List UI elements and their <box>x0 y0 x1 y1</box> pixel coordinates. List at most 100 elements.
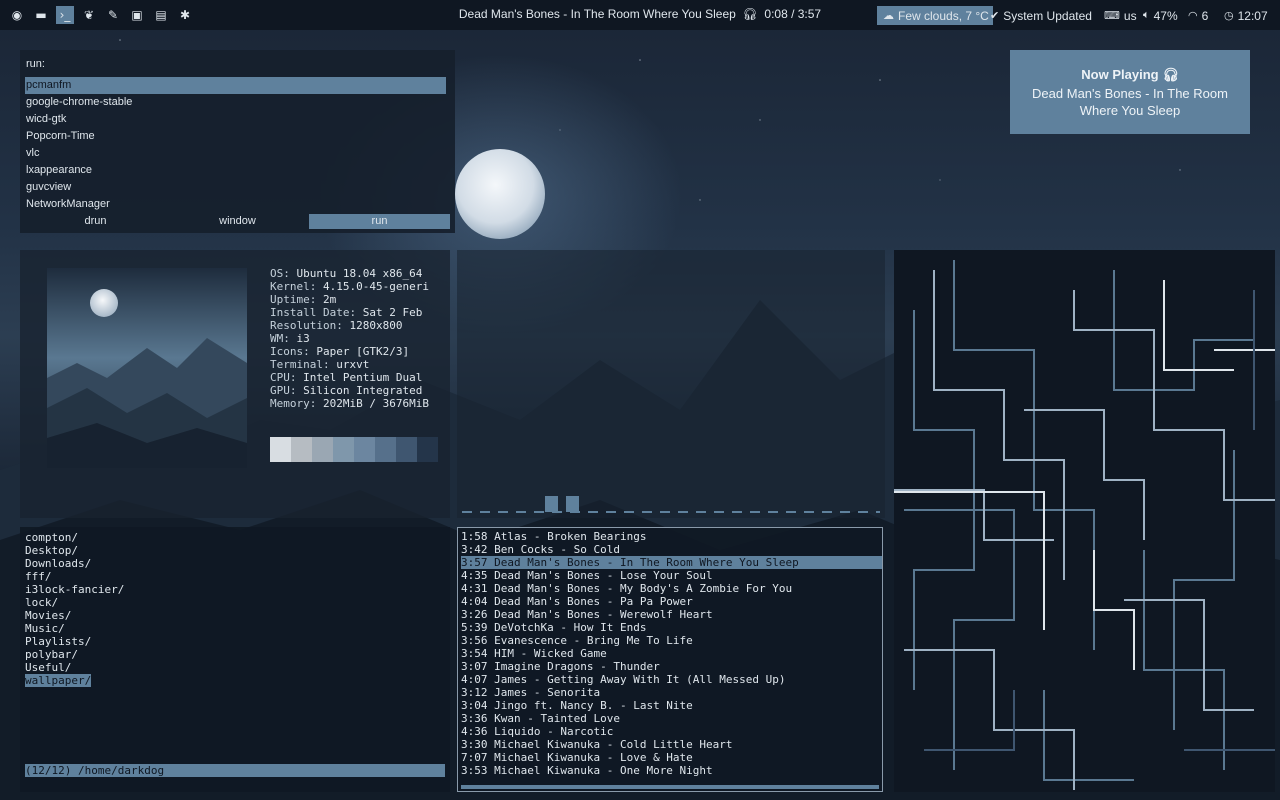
update-module[interactable]: ✔ System Updated <box>990 6 1097 25</box>
track-duration: 4:35 <box>461 569 488 582</box>
directory-entry[interactable]: i3lock-fancier/ <box>25 583 124 596</box>
system-info-key: CPU: <box>270 371 297 384</box>
rofi-item[interactable]: lxappearance <box>25 162 446 179</box>
color-swatch <box>312 437 333 462</box>
track-name: DeVotchKa - How It Ends <box>494 621 647 634</box>
notification-popup[interactable]: Now Playing 🎧︎ Dead Man's Bones - In The… <box>1010 50 1250 134</box>
weather-module[interactable]: ☁ Few clouds, 7 °C <box>877 6 993 25</box>
playlist-track[interactable]: 5:39 DeVotchKa - How It Ends <box>461 621 882 634</box>
directory-entry[interactable]: Playlists/ <box>25 635 91 648</box>
system-info-key: Terminal: <box>270 358 330 371</box>
playlist-track[interactable]: 3:26 Dead Man's Bones - Werewolf Heart <box>461 608 882 621</box>
track-duration: 3:04 <box>461 699 488 712</box>
rofi-mode-drun[interactable]: drun <box>25 214 166 229</box>
system-info-value: Paper [GTK2/3] <box>316 345 410 358</box>
playlist-track[interactable]: 4:31 Dead Man's Bones - My Body's A Zomb… <box>461 582 882 595</box>
system-info-line: Install Date: Sat 2 Feb <box>270 306 429 319</box>
pipes-screensaver-terminal[interactable] <box>894 250 1275 792</box>
music-playlist-terminal[interactable]: 1:58 Atlas - Broken Bearings 3:42 Ben Coc… <box>457 527 883 792</box>
speaker-icon: 🔈︎ <box>1143 9 1150 21</box>
rofi-mode-run[interactable]: run <box>309 214 450 229</box>
rofi-launcher: run: pcmanfm google-chrome-stable wicd-gtk… <box>20 50 455 233</box>
playlist-track[interactable]: 3:56 Evanescence - Bring Me To Life <box>461 634 882 647</box>
chrome-icon: ◉ <box>11 8 23 22</box>
rofi-item[interactable]: NetworkManager <box>25 196 446 213</box>
playlist-track[interactable]: 7:07 Michael Kiwanuka - Love & Hate <box>461 751 882 764</box>
rofi-item[interactable]: guvcview <box>25 179 446 196</box>
workspace-5-button[interactable]: ✎ <box>104 6 122 24</box>
workspace-3-button[interactable]: ›_ <box>56 6 74 24</box>
playlist-track[interactable]: 3:30 Michael Kiwanuka - Cold Little Hear… <box>461 738 882 751</box>
directory-entry[interactable]: wallpaper/ <box>25 674 92 687</box>
system-info-value: 1280x800 <box>349 319 403 332</box>
clock-time: 12:07 <box>1237 8 1268 23</box>
directory-entry[interactable]: fff/ <box>25 570 52 583</box>
wifi-strength: 6 <box>1201 8 1209 23</box>
rofi-mode-window[interactable]: window <box>167 214 308 229</box>
workspace-7-button[interactable]: ▤ <box>152 6 170 24</box>
clock-icon: ◷ <box>1224 10 1234 22</box>
track-name: Jingo ft. Nancy B. - Last Nite <box>494 699 693 712</box>
playlist-track[interactable]: 3:36 Kwan - Tainted Love <box>461 712 882 725</box>
wifi-module[interactable]: ◠ 6 <box>1188 6 1208 25</box>
system-info-key: WM: <box>270 332 290 345</box>
system-info-value: Ubuntu 18.04 x86_64 <box>296 267 423 280</box>
rofi-prompt[interactable]: run: <box>26 58 45 70</box>
playlist-track[interactable]: 3:42 Ben Cocks - So Cold <box>461 543 882 556</box>
playlist-track[interactable]: 4:07 James - Getting Away With It (All M… <box>461 673 882 686</box>
workspace-8-button[interactable]: ✱ <box>176 6 194 24</box>
system-info-key: Kernel: <box>270 280 317 293</box>
track-name: Imagine Dragons - Thunder <box>494 660 660 673</box>
neofetch-terminal[interactable]: OS: Ubuntu 18.04 x86_64 Kernel: 4.15.0-45… <box>20 250 450 518</box>
workspace-2-button[interactable]: ▬ <box>32 6 50 24</box>
neofetch-image <box>47 268 247 468</box>
directory-entry[interactable]: Music/ <box>25 622 65 635</box>
workspace-1-button[interactable]: ◉ <box>8 6 26 24</box>
playlist-track[interactable]: 4:35 Dead Man's Bones - Lose Your Soul <box>461 569 882 582</box>
workspace-4-button[interactable]: ❦ <box>80 6 98 24</box>
color-swatch <box>396 437 417 462</box>
color-swatch <box>375 437 396 462</box>
file-manager-terminal[interactable]: compton/Desktop/Downloads/fff/i3lock-fan… <box>20 527 450 792</box>
playlist-track[interactable]: 4:04 Dead Man's Bones - Pa Pa Power <box>461 595 882 608</box>
directory-entry[interactable]: lock/ <box>25 596 58 609</box>
directory-entry[interactable]: Desktop/ <box>25 544 78 557</box>
visualizer-bars <box>462 496 880 513</box>
directory-entry[interactable]: polybar/ <box>25 648 78 661</box>
track-name: Dead Man's Bones - Werewolf Heart <box>494 608 713 621</box>
check-circle-icon: ✔ <box>990 10 1000 22</box>
notification-title-row: Now Playing 🎧︎ <box>1010 67 1250 83</box>
playlist-track[interactable]: 3:12 James - Senorita <box>461 686 882 699</box>
playlist-track[interactable]: 3:57 Dead Man's Bones - In The Room Wher… <box>461 556 882 569</box>
now-playing-text[interactable]: Dead Man's Bones - In The Room Where You… <box>400 7 880 21</box>
playlist-scrollbar[interactable] <box>461 785 879 789</box>
playlist-track[interactable]: 1:58 Atlas - Broken Bearings <box>461 530 882 543</box>
playlist-track[interactable]: 3:54 HIM - Wicked Game <box>461 647 882 660</box>
playlist-track[interactable]: 4:36 Liquido - Narcotic <box>461 725 882 738</box>
rofi-item[interactable]: vlc <box>25 145 446 162</box>
directory-entry[interactable]: Useful/ <box>25 661 71 674</box>
directory-entry[interactable]: compton/ <box>25 531 78 544</box>
workspace-6-button[interactable]: ▣ <box>128 6 146 24</box>
directory-entry[interactable]: Movies/ <box>25 609 71 622</box>
rofi-item[interactable]: Popcorn-Time <box>25 128 446 145</box>
keyboard-module[interactable]: ⌨ us <box>1104 6 1137 25</box>
clock-module[interactable]: ◷ 12:07 <box>1224 6 1268 25</box>
track-duration: 4:04 <box>461 595 488 608</box>
system-info-value: Sat 2 Feb <box>362 306 423 319</box>
headphones-icon: 🎧︎ <box>739 7 762 21</box>
track-duration: 1:58 <box>461 530 488 543</box>
notification-title: Now Playing <box>1081 67 1159 82</box>
image-icon: ▣ <box>131 8 143 22</box>
volume-module[interactable]: 🔈︎ 47% <box>1143 6 1178 25</box>
directory-entry[interactable]: Downloads/ <box>25 557 91 570</box>
wrench-icon: ✱ <box>179 8 191 22</box>
playlist-track[interactable]: 3:04 Jingo ft. Nancy B. - Last Nite <box>461 699 882 712</box>
audio-visualizer[interactable] <box>457 250 885 518</box>
rofi-item[interactable]: google-chrome-stable <box>25 94 446 111</box>
playlist-track[interactable]: 3:07 Imagine Dragons - Thunder <box>461 660 882 673</box>
rofi-item[interactable]: pcmanfm <box>25 77 446 94</box>
rofi-item[interactable]: wicd-gtk <box>25 111 446 128</box>
color-swatch <box>354 437 375 462</box>
playlist-track[interactable]: 3:53 Michael Kiwanuka - One More Night <box>461 764 882 777</box>
